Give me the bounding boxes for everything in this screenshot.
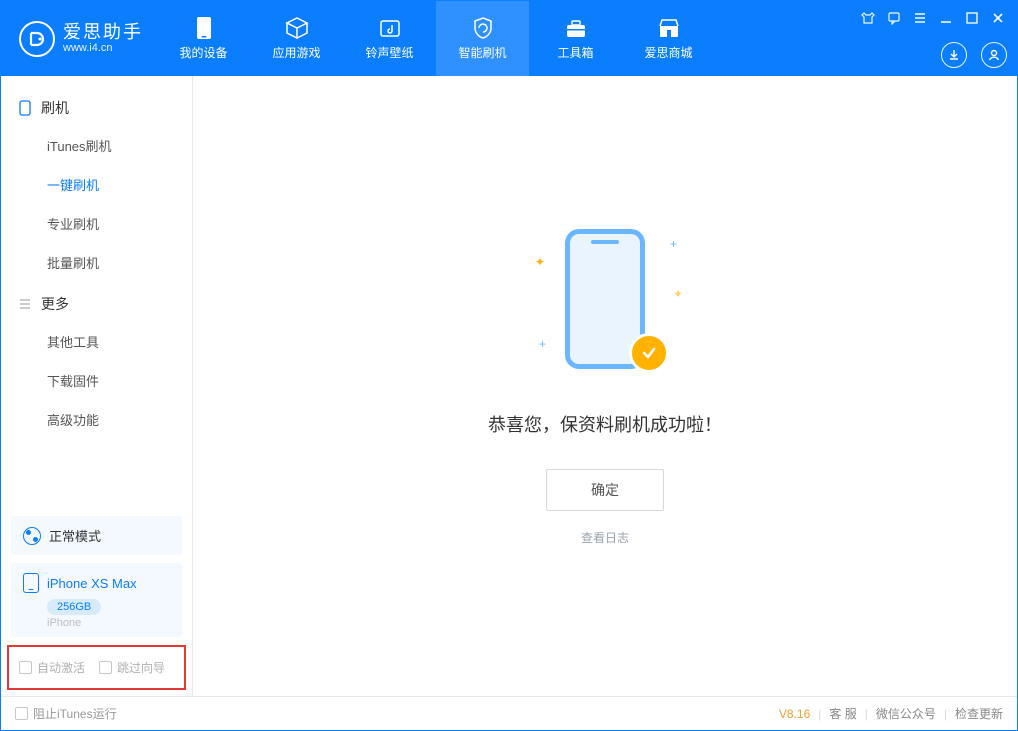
more-icon [17, 296, 33, 312]
checkmark-badge-icon [629, 333, 669, 373]
statusbar-left: 阻止iTunes运行 [15, 705, 117, 722]
statusbar: 阻止iTunes运行 V8.16 | 客 服 | 微信公众号 | 检查更新 [1, 696, 1017, 730]
phone-icon [192, 16, 216, 40]
checkbox-icon [19, 661, 32, 674]
feedback-icon[interactable] [883, 7, 905, 29]
sidebar-item-other-tools[interactable]: 其他工具 [1, 322, 192, 361]
device-name: iPhone XS Max [47, 576, 137, 591]
music-folder-icon [378, 16, 402, 40]
success-message: 恭喜您，保资料刷机成功啦！ [488, 411, 722, 437]
sidebar-item-advanced[interactable]: 高级功能 [1, 400, 192, 439]
logo-area: 爱思助手 www.i4.cn [1, 1, 157, 76]
device-phone-icon [23, 573, 39, 593]
tab-toolbox[interactable]: 工具箱 [529, 1, 622, 76]
sidebar: 刷机 iTunes刷机 一键刷机 专业刷机 批量刷机 更多 其他工具 下载固件 … [1, 76, 193, 696]
minimize-button[interactable] [935, 7, 957, 29]
sparkle-icon: + [539, 337, 546, 351]
header-right-icons [941, 42, 1007, 68]
skin-icon[interactable] [857, 7, 879, 29]
tab-store[interactable]: 爱思商城 [622, 1, 715, 76]
app-title: 爱思助手 [63, 23, 143, 43]
checkbox-skip-wizard[interactable]: 跳过向导 [99, 659, 165, 676]
checkbox-block-itunes[interactable]: 阻止iTunes运行 [15, 705, 117, 722]
titlebar: 爱思助手 www.i4.cn 我的设备 应用游戏 铃声壁纸 智能刷机 [1, 1, 1017, 76]
device-capacity: 256GB [47, 599, 101, 615]
link-wechat[interactable]: 微信公众号 [876, 705, 936, 722]
checkbox-icon [99, 661, 112, 674]
sidebar-item-pro-flash[interactable]: 专业刷机 [1, 204, 192, 243]
version-label: V8.16 [779, 707, 810, 721]
store-icon [657, 16, 681, 40]
download-icon[interactable] [941, 42, 967, 68]
sidebar-group-more: 更多 [1, 282, 192, 322]
tab-ringtones[interactable]: 铃声壁纸 [343, 1, 436, 76]
top-tabs: 我的设备 应用游戏 铃声壁纸 智能刷机 工具箱 爱思商城 [157, 1, 715, 76]
app-subtitle: www.i4.cn [63, 42, 143, 54]
sidebar-item-download-firmware[interactable]: 下载固件 [1, 361, 192, 400]
menu-icon[interactable] [909, 7, 931, 29]
toolbox-icon [564, 16, 588, 40]
logo-text: 爱思助手 www.i4.cn [63, 23, 143, 55]
sparkle-icon: + [670, 237, 677, 251]
link-customer-service[interactable]: 客 服 [829, 705, 856, 722]
sidebar-item-oneclick-flash[interactable]: 一键刷机 [1, 165, 192, 204]
phone-small-icon [17, 100, 33, 116]
sparkle-icon: ✦ [535, 255, 545, 269]
mode-icon [23, 527, 41, 545]
sparkle-icon: ✦ [673, 287, 683, 301]
tab-apps[interactable]: 应用游戏 [250, 1, 343, 76]
sidebar-scroll: 刷机 iTunes刷机 一键刷机 专业刷机 批量刷机 更多 其他工具 下载固件 … [1, 76, 192, 508]
maximize-button[interactable] [961, 7, 983, 29]
checkbox-auto-activate[interactable]: 自动激活 [19, 659, 85, 676]
refresh-shield-icon [471, 16, 495, 40]
app-logo-icon [19, 21, 55, 57]
statusbar-right: V8.16 | 客 服 | 微信公众号 | 检查更新 [779, 705, 1003, 722]
ok-button[interactable]: 确定 [546, 469, 664, 511]
link-check-update[interactable]: 检查更新 [955, 705, 1003, 722]
device-row[interactable]: iPhone XS Max 256GB iPhone [11, 563, 182, 637]
device-mode-row[interactable]: 正常模式 [11, 516, 182, 555]
sidebar-item-batch-flash[interactable]: 批量刷机 [1, 243, 192, 282]
app-window: 爱思助手 www.i4.cn 我的设备 应用游戏 铃声壁纸 智能刷机 [0, 0, 1018, 731]
tab-my-device[interactable]: 我的设备 [157, 1, 250, 76]
success-illustration: ✦ + ✦ + [545, 227, 665, 387]
main-content: ✦ + ✦ + 恭喜您，保资料刷机成功啦！ 确定 查看日志 [193, 76, 1017, 696]
sidebar-group-flash: 刷机 [1, 86, 192, 126]
view-log-link[interactable]: 查看日志 [581, 529, 629, 546]
highlighted-options-row: 自动激活 跳过向导 [7, 645, 186, 690]
sidebar-item-itunes-flash[interactable]: iTunes刷机 [1, 126, 192, 165]
checkbox-icon [15, 707, 28, 720]
window-controls [853, 1, 1013, 35]
sidebar-bottom: 正常模式 iPhone XS Max 256GB iPhone [1, 508, 192, 645]
user-icon[interactable] [981, 42, 1007, 68]
device-type: iPhone [47, 617, 170, 629]
body-area: 刷机 iTunes刷机 一键刷机 专业刷机 批量刷机 更多 其他工具 下载固件 … [1, 76, 1017, 696]
tab-smart-flash[interactable]: 智能刷机 [436, 1, 529, 76]
close-button[interactable] [987, 7, 1009, 29]
cube-icon [285, 16, 309, 40]
device-mode-label: 正常模式 [49, 526, 101, 545]
